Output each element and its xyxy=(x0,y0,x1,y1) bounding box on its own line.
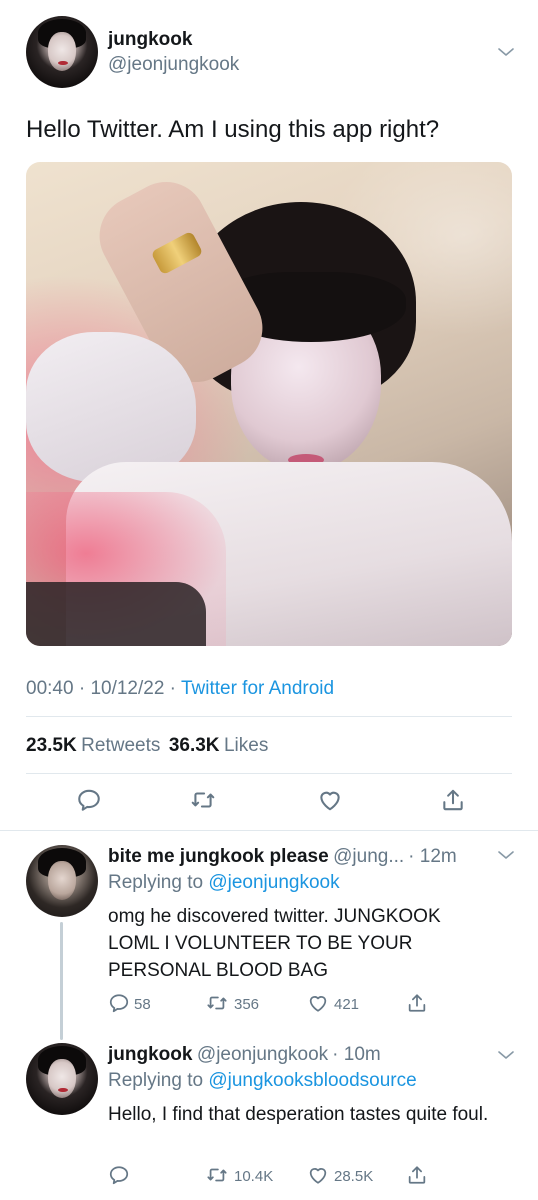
divider xyxy=(26,773,512,774)
share-icon[interactable] xyxy=(406,1164,428,1191)
tweet-text: Hello Twitter. Am I using this app right… xyxy=(26,116,440,143)
chevron-down-icon[interactable] xyxy=(494,40,518,64)
reply-avatar[interactable] xyxy=(26,1043,98,1115)
reply-handle[interactable]: @jung... xyxy=(333,846,404,867)
divider xyxy=(0,830,538,831)
retweet-icon[interactable] xyxy=(206,992,228,1019)
thread-line xyxy=(60,922,63,1040)
reply-header: jungkook @jeonjungkook · 10m xyxy=(108,1044,381,1066)
likes-count[interactable]: 36.3K xyxy=(169,735,220,756)
reply-header: bite me jungkook please @jung... · 12m xyxy=(108,846,457,868)
chevron-down-icon[interactable] xyxy=(494,843,518,867)
replying-to: Replying to @jeonjungkook xyxy=(108,872,340,893)
reply-text: omg he discovered twitter. JUNGKOOK LOML… xyxy=(108,906,441,981)
heart-icon[interactable] xyxy=(317,787,343,818)
retweets-count[interactable]: 23.5K xyxy=(26,735,77,756)
heart-icon[interactable] xyxy=(307,992,329,1019)
replying-to: Replying to @jungkooksbloodsource xyxy=(108,1070,417,1091)
reply-icon[interactable] xyxy=(108,1164,130,1191)
retweets-label[interactable]: Retweets xyxy=(81,735,160,756)
like-count: 421 xyxy=(334,996,360,1013)
author-avatar[interactable] xyxy=(26,16,98,88)
reply-icon[interactable] xyxy=(108,992,130,1019)
tweet-date: 10/12/22 xyxy=(90,678,165,699)
retweet-icon[interactable] xyxy=(190,787,216,818)
retweet-count: 10.4K xyxy=(234,1168,274,1185)
chevron-down-icon[interactable] xyxy=(494,1043,518,1067)
share-icon[interactable] xyxy=(406,992,428,1019)
share-icon[interactable] xyxy=(440,787,466,818)
reply-display-name[interactable]: bite me jungkook please xyxy=(108,846,329,867)
reply-avatar[interactable] xyxy=(26,845,98,917)
author-display-name[interactable]: jungkook xyxy=(108,29,192,51)
reply-display-name[interactable]: jungkook xyxy=(108,1044,192,1065)
reply-time[interactable]: · 10m xyxy=(332,1044,381,1065)
reply-time[interactable]: · 12m xyxy=(408,846,457,867)
tweet-time: 00:40 xyxy=(26,678,74,699)
replying-to-link[interactable]: @jungkooksbloodsource xyxy=(208,1070,416,1091)
replying-to-link[interactable]: @jeonjungkook xyxy=(208,872,339,893)
likes-label[interactable]: Likes xyxy=(224,735,268,756)
tweet-stats: 23.5K Retweets 36.3K Likes xyxy=(26,735,268,757)
reply-handle[interactable]: @jeonjungkook xyxy=(197,1044,328,1065)
like-count: 28.5K xyxy=(334,1168,374,1185)
tweet-timestamp-line: 00:40 · 10/12/22 · Twitter for Android xyxy=(26,678,335,699)
retweet-count: 356 xyxy=(234,996,260,1013)
heart-icon[interactable] xyxy=(307,1164,329,1191)
retweet-icon[interactable] xyxy=(206,1164,228,1191)
divider xyxy=(26,716,512,717)
reply-text: Hello, I find that desperation tastes qu… xyxy=(108,1104,489,1125)
author-handle[interactable]: @jeonjungkook xyxy=(108,54,239,76)
tweet-source-link[interactable]: Twitter for Android xyxy=(181,678,334,699)
reply-icon[interactable] xyxy=(76,787,102,818)
tweet-photo[interactable] xyxy=(26,162,512,646)
reply-count: 58 xyxy=(134,996,151,1013)
